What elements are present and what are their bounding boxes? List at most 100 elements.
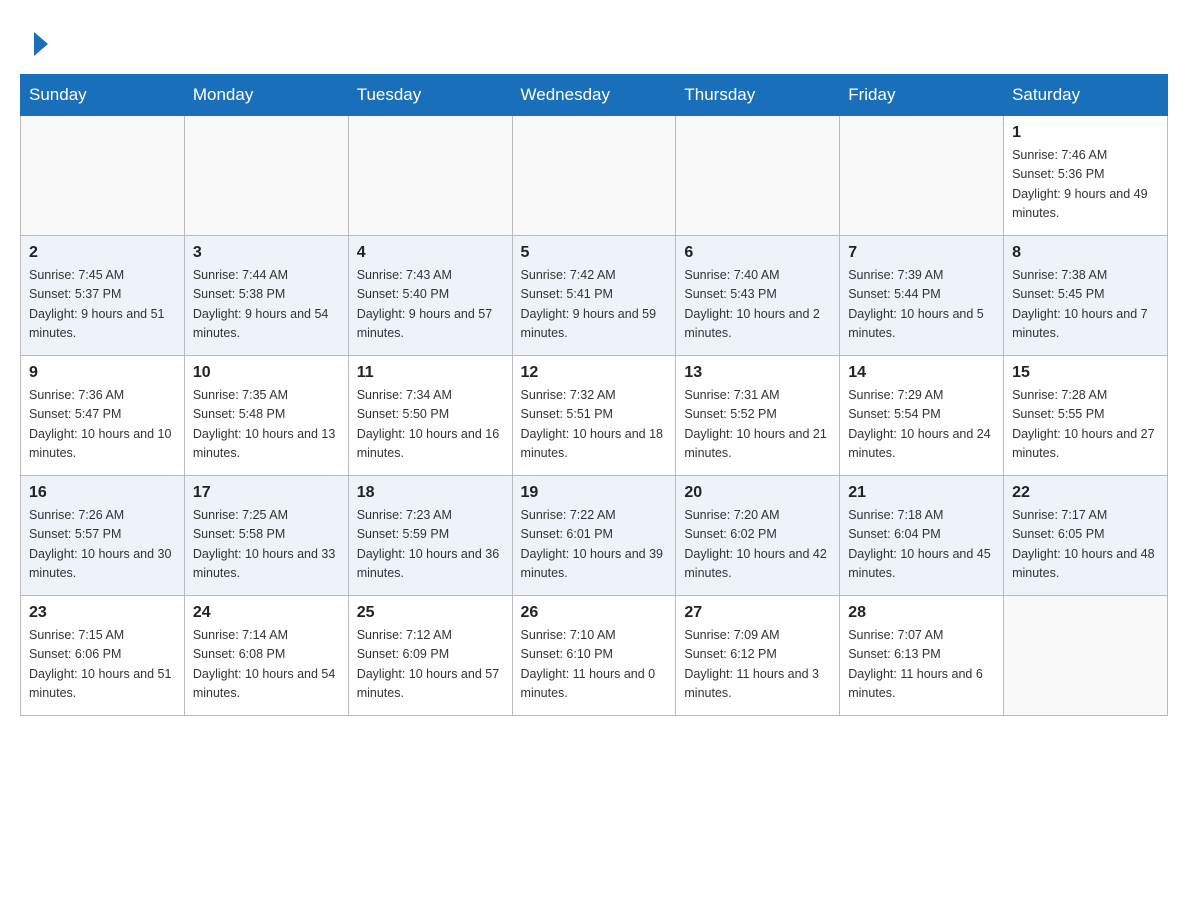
day-info: Sunrise: 7:18 AMSunset: 6:04 PMDaylight:… — [848, 506, 995, 584]
calendar-cell: 28 Sunrise: 7:07 AMSunset: 6:13 PMDayligh… — [840, 596, 1004, 716]
day-info: Sunrise: 7:25 AMSunset: 5:58 PMDaylight:… — [193, 506, 340, 584]
calendar-week-3: 9 Sunrise: 7:36 AMSunset: 5:47 PMDaylight… — [21, 356, 1168, 476]
day-number: 23 — [29, 604, 176, 622]
calendar-cell: 9 Sunrise: 7:36 AMSunset: 5:47 PMDaylight… — [21, 356, 185, 476]
calendar-cell: 24Sunrise: 7:14 AMSunset: 6:08 PMDayligh… — [184, 596, 348, 716]
calendar-week-4: 16 Sunrise: 7:26 AMSunset: 5:57 PMDayligh… — [21, 476, 1168, 596]
logo-arrow-icon — [34, 32, 48, 56]
day-info: Sunrise: 7:31 AMSunset: 5:52 PMDaylight:… — [684, 386, 831, 464]
header — [20, 20, 1168, 64]
day-info: Sunrise: 7:34 AMSunset: 5:50 PMDaylight:… — [357, 386, 504, 464]
calendar-cell: 17 Sunrise: 7:25 AMSunset: 5:58 PMDayligh… — [184, 476, 348, 596]
calendar-cell: 3 Sunrise: 7:44 AMSunset: 5:38 PMDaylight… — [184, 236, 348, 356]
calendar-cell: 21 Sunrise: 7:18 AMSunset: 6:04 PMDayligh… — [840, 476, 1004, 596]
day-number: 7 — [848, 244, 995, 262]
day-info: Sunrise: 7:17 AMSunset: 6:05 PMDaylight:… — [1012, 506, 1159, 584]
calendar-cell: 2 Sunrise: 7:45 AMSunset: 5:37 PMDaylight… — [21, 236, 185, 356]
day-info: Sunrise: 7:10 AMSunset: 6:10 PMDaylight:… — [521, 626, 668, 704]
calendar-cell: 15 Sunrise: 7:28 AMSunset: 5:55 PMDayligh… — [1004, 356, 1168, 476]
day-info: Sunrise: 7:26 AMSunset: 5:57 PMDaylight:… — [29, 506, 176, 584]
day-info: Sunrise: 7:46 AMSunset: 5:36 PMDaylight:… — [1012, 146, 1159, 224]
day-number: 26 — [521, 604, 668, 622]
calendar-cell: 22 Sunrise: 7:17 AMSunset: 6:05 PMDayligh… — [1004, 476, 1168, 596]
day-info: Sunrise: 7:15 AMSunset: 6:06 PMDaylight:… — [29, 626, 176, 704]
calendar-week-2: 2 Sunrise: 7:45 AMSunset: 5:37 PMDaylight… — [21, 236, 1168, 356]
day-number: 4 — [357, 244, 504, 262]
calendar-cell: 10Sunrise: 7:35 AMSunset: 5:48 PMDayligh… — [184, 356, 348, 476]
day-number: 13 — [684, 364, 831, 382]
day-number: 27 — [684, 604, 831, 622]
day-number: 5 — [521, 244, 668, 262]
day-info: Sunrise: 7:43 AMSunset: 5:40 PMDaylight:… — [357, 266, 504, 344]
day-info: Sunrise: 7:22 AMSunset: 6:01 PMDaylight:… — [521, 506, 668, 584]
day-info: Sunrise: 7:44 AMSunset: 5:38 PMDaylight:… — [193, 266, 340, 344]
day-header-tuesday: Tuesday — [348, 75, 512, 116]
day-info: Sunrise: 7:12 AMSunset: 6:09 PMDaylight:… — [357, 626, 504, 704]
day-info: Sunrise: 7:45 AMSunset: 5:37 PMDaylight:… — [29, 266, 176, 344]
calendar-cell: 26 Sunrise: 7:10 AMSunset: 6:10 PMDayligh… — [512, 596, 676, 716]
day-number: 20 — [684, 484, 831, 502]
day-info: Sunrise: 7:36 AMSunset: 5:47 PMDaylight:… — [29, 386, 176, 464]
day-number: 22 — [1012, 484, 1159, 502]
day-number: 9 — [29, 364, 176, 382]
day-info: Sunrise: 7:23 AMSunset: 5:59 PMDaylight:… — [357, 506, 504, 584]
day-info: Sunrise: 7:42 AMSunset: 5:41 PMDaylight:… — [521, 266, 668, 344]
day-number: 17 — [193, 484, 340, 502]
day-number: 2 — [29, 244, 176, 262]
calendar-cell — [676, 116, 840, 236]
day-number: 16 — [29, 484, 176, 502]
calendar-cell: 7Sunrise: 7:39 AMSunset: 5:44 PMDaylight… — [840, 236, 1004, 356]
day-info: Sunrise: 7:28 AMSunset: 5:55 PMDaylight:… — [1012, 386, 1159, 464]
calendar-cell — [840, 116, 1004, 236]
day-info: Sunrise: 7:09 AMSunset: 6:12 PMDaylight:… — [684, 626, 831, 704]
calendar-cell: 11Sunrise: 7:34 AMSunset: 5:50 PMDayligh… — [348, 356, 512, 476]
calendar-cell: 8Sunrise: 7:38 AMSunset: 5:45 PMDaylight… — [1004, 236, 1168, 356]
day-number: 12 — [521, 364, 668, 382]
day-header-monday: Monday — [184, 75, 348, 116]
day-number: 25 — [357, 604, 504, 622]
calendar-cell: 4 Sunrise: 7:43 AMSunset: 5:40 PMDaylight… — [348, 236, 512, 356]
day-number: 8 — [1012, 244, 1159, 262]
calendar-header-row: SundayMondayTuesdayWednesdayThursdayFrid… — [21, 75, 1168, 116]
calendar-cell — [184, 116, 348, 236]
day-number: 14 — [848, 364, 995, 382]
day-info: Sunrise: 7:40 AMSunset: 5:43 PMDaylight:… — [684, 266, 831, 344]
calendar-cell: 12 Sunrise: 7:32 AMSunset: 5:51 PMDayligh… — [512, 356, 676, 476]
calendar-table: SundayMondayTuesdayWednesdayThursdayFrid… — [20, 74, 1168, 716]
day-header-friday: Friday — [840, 75, 1004, 116]
calendar-cell: 27 Sunrise: 7:09 AMSunset: 6:12 PMDayligh… — [676, 596, 840, 716]
calendar-cell: 23 Sunrise: 7:15 AMSunset: 6:06 PMDayligh… — [21, 596, 185, 716]
day-number: 21 — [848, 484, 995, 502]
calendar-cell: 14 Sunrise: 7:29 AMSunset: 5:54 PMDayligh… — [840, 356, 1004, 476]
day-info: Sunrise: 7:29 AMSunset: 5:54 PMDaylight:… — [848, 386, 995, 464]
day-number: 15 — [1012, 364, 1159, 382]
day-info: Sunrise: 7:20 AMSunset: 6:02 PMDaylight:… — [684, 506, 831, 584]
calendar-cell: 18Sunrise: 7:23 AMSunset: 5:59 PMDayligh… — [348, 476, 512, 596]
calendar-cell — [21, 116, 185, 236]
day-info: Sunrise: 7:32 AMSunset: 5:51 PMDaylight:… — [521, 386, 668, 464]
calendar-week-5: 23 Sunrise: 7:15 AMSunset: 6:06 PMDayligh… — [21, 596, 1168, 716]
day-number: 6 — [684, 244, 831, 262]
calendar-cell: 16 Sunrise: 7:26 AMSunset: 5:57 PMDayligh… — [21, 476, 185, 596]
calendar-cell: 1 Sunrise: 7:46 AMSunset: 5:36 PMDaylight… — [1004, 116, 1168, 236]
calendar-cell: 25 Sunrise: 7:12 AMSunset: 6:09 PMDayligh… — [348, 596, 512, 716]
day-header-wednesday: Wednesday — [512, 75, 676, 116]
logo — [30, 30, 48, 54]
day-number: 3 — [193, 244, 340, 262]
calendar-cell: 13 Sunrise: 7:31 AMSunset: 5:52 PMDayligh… — [676, 356, 840, 476]
calendar-cell — [512, 116, 676, 236]
day-number: 10 — [193, 364, 340, 382]
day-number: 28 — [848, 604, 995, 622]
calendar-cell — [348, 116, 512, 236]
calendar-cell: 19 Sunrise: 7:22 AMSunset: 6:01 PMDayligh… — [512, 476, 676, 596]
day-header-sunday: Sunday — [21, 75, 185, 116]
calendar-cell: 6 Sunrise: 7:40 AMSunset: 5:43 PMDaylight… — [676, 236, 840, 356]
calendar-cell — [1004, 596, 1168, 716]
day-number: 19 — [521, 484, 668, 502]
calendar-cell: 5 Sunrise: 7:42 AMSunset: 5:41 PMDaylight… — [512, 236, 676, 356]
day-header-saturday: Saturday — [1004, 75, 1168, 116]
day-info: Sunrise: 7:07 AMSunset: 6:13 PMDaylight:… — [848, 626, 995, 704]
day-header-thursday: Thursday — [676, 75, 840, 116]
day-info: Sunrise: 7:14 AMSunset: 6:08 PMDaylight:… — [193, 626, 340, 704]
day-number: 1 — [1012, 124, 1159, 142]
